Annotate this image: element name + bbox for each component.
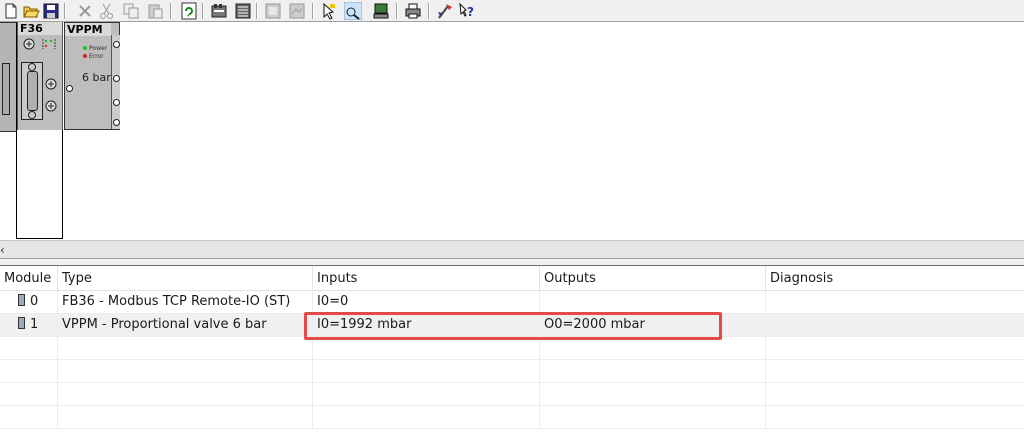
module-icon [18, 317, 25, 329]
print-icon[interactable] [404, 2, 422, 20]
module-vppm-label: VPPM [65, 23, 111, 36]
highlight-annotation [304, 312, 722, 340]
module-f36-label: F36 [18, 22, 62, 35]
cell-diagnosis [766, 291, 1024, 313]
led-power: Power [83, 45, 107, 52]
module-f36[interactable]: F36 [17, 22, 63, 130]
delete-icon[interactable] [76, 2, 94, 20]
bus-module-partial[interactable] [0, 22, 17, 132]
view-b-icon[interactable] [288, 2, 306, 20]
svg-text:?: ? [467, 5, 474, 19]
online-icon[interactable] [344, 2, 362, 20]
pane-splitter[interactable] [0, 258, 1024, 266]
column-header-outputs[interactable]: Outputs [540, 266, 766, 291]
table-row-empty [0, 383, 1024, 406]
status-leds-icon [42, 39, 56, 49]
config-icon[interactable] [436, 2, 454, 20]
module-catalog-icon[interactable] [210, 2, 228, 20]
copy-icon[interactable] [122, 2, 140, 20]
module-vppm-rating: 6 bar [82, 71, 111, 84]
toolbar-separator [170, 3, 172, 19]
cell-type: FB36 - Modbus TCP Remote-IO (ST) [58, 291, 313, 313]
horizontal-scrollbar[interactable]: ‹ [0, 240, 1024, 258]
open-icon[interactable] [22, 2, 40, 20]
table-row-empty [0, 360, 1024, 383]
toolbar-separator [428, 3, 430, 19]
module-list-icon[interactable] [234, 2, 252, 20]
toolbar: ? [0, 0, 1024, 22]
cell-diagnosis [766, 314, 1024, 336]
cell-type: VPPM - Proportional valve 6 bar [58, 314, 313, 336]
column-header-module[interactable]: Module [0, 266, 58, 291]
module-vppm[interactable]: VPPM Power Error 6 bar [64, 22, 120, 130]
led-error: Error [83, 53, 104, 60]
cut-icon[interactable] [98, 2, 116, 20]
hardware-canvas[interactable]: F36 VPPM Power Error 6 bar [0, 22, 1024, 240]
column-header-inputs[interactable]: Inputs [313, 266, 540, 291]
toolbar-separator [64, 3, 66, 19]
table-row-empty [0, 337, 1024, 360]
table-row[interactable]: 0 FB36 - Modbus TCP Remote-IO (ST) I0=0 [0, 291, 1024, 314]
column-header-type[interactable]: Type [58, 266, 313, 291]
screw-icon [45, 78, 57, 90]
screw-icon [23, 38, 35, 50]
view-a-icon[interactable] [264, 2, 282, 20]
module-table: Module Type Inputs Outputs Diagnosis 0 F… [0, 266, 1024, 436]
column-header-diagnosis[interactable]: Diagnosis [766, 266, 1024, 291]
save-icon[interactable] [42, 2, 60, 20]
toolbar-separator [312, 3, 314, 19]
power-led-icon [83, 46, 87, 50]
cell-inputs: I0=0 [313, 291, 540, 313]
screw-icon [45, 100, 57, 112]
connector-dot [66, 85, 73, 92]
cell-module: 1 [0, 314, 58, 336]
paste-icon[interactable] [146, 2, 164, 20]
toolbar-separator [202, 3, 204, 19]
module-icon [18, 294, 25, 306]
scroll-left-icon[interactable]: ‹ [0, 241, 12, 259]
error-led-icon [83, 54, 87, 58]
monitor-icon[interactable] [372, 2, 390, 20]
cell-module: 0 [0, 291, 58, 313]
pointer-icon[interactable] [320, 2, 338, 20]
refresh-icon[interactable] [180, 2, 198, 20]
connector-slot-icon [2, 63, 10, 115]
port-connector-icon [21, 62, 43, 120]
help-icon[interactable]: ? [458, 2, 476, 20]
cell-outputs [540, 291, 766, 313]
toolbar-separator [396, 3, 398, 19]
new-icon[interactable] [2, 2, 20, 20]
table-row-empty [0, 406, 1024, 429]
connector-strip [111, 35, 120, 129]
toolbar-separator [256, 3, 258, 19]
